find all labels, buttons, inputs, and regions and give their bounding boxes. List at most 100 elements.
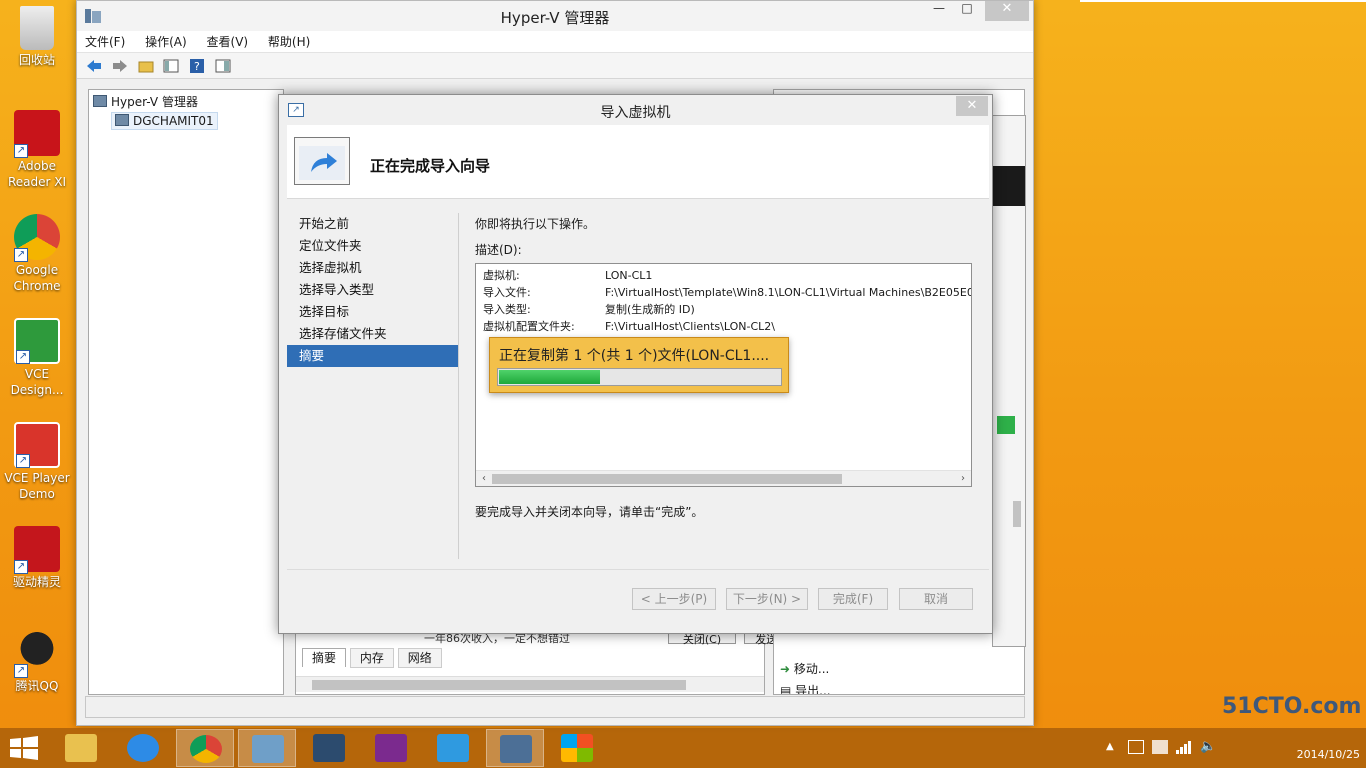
svg-text:?: ? <box>194 60 200 73</box>
title-bar: Hyper-V 管理器 — □ ✕ <box>77 1 1033 31</box>
step-choose-destination[interactable]: 选择目标 <box>287 301 459 323</box>
notification-edge <box>1080 0 1366 2</box>
desktop-icon-label: 回收站 <box>18 53 55 67</box>
tree-server-node[interactable]: DGCHAMIT01 <box>111 112 218 130</box>
step-import-type[interactable]: 选择导入类型 <box>287 279 459 301</box>
taskbar-vm-connection[interactable] <box>486 729 544 767</box>
tree-server-label: DGCHAMIT01 <box>133 114 214 128</box>
show-hidden-icons[interactable]: ▲ <box>1106 741 1114 752</box>
background-window-scrollbar[interactable] <box>1013 501 1021 527</box>
step-summary[interactable]: 摘要 <box>287 345 459 367</box>
menu-action[interactable]: 操作(A) <box>145 31 187 53</box>
finish-button[interactable]: 完成(F) <box>818 588 888 610</box>
vce-designer-icon: ↗ <box>14 318 60 364</box>
chrome-icon: ↗ <box>14 214 60 262</box>
remote-desktop-icon <box>313 734 345 762</box>
tab-network[interactable]: 网络 <box>397 648 442 668</box>
detail-row: 导入类型: 复制(生成新的 ID) <box>483 303 695 316</box>
network-icon[interactable] <box>1176 740 1192 757</box>
scroll-left-icon[interactable]: ‹ <box>477 471 491 486</box>
menu-file[interactable]: 文件(F) <box>85 31 125 53</box>
hyperv-manager-icon <box>93 95 107 107</box>
desktop-icon-adobe-reader[interactable]: ↗ Adobe Reader XI <box>4 110 70 190</box>
hyperv-manager-icon <box>252 735 284 763</box>
steps-divider <box>458 213 459 559</box>
step-locate-folder[interactable]: 定位文件夹 <box>287 235 459 257</box>
show-hide-action-pane-icon[interactable] <box>214 57 232 75</box>
desktop-icon-driver-genius[interactable]: ↗ 驱动精灵 <box>4 526 70 590</box>
desktop-icon-label: Adobe Reader XI <box>7 159 67 189</box>
taskbar-file-explorer[interactable] <box>52 729 110 767</box>
import-vm-dialog: ↗ 导入虚拟机 ✕ 正在完成导入向导 开始之前 定位文件夹 选择虚拟机 选择导入… <box>278 94 993 634</box>
details-hscrollbar[interactable] <box>296 676 764 692</box>
taskbar-office[interactable] <box>548 729 606 767</box>
volume-icon[interactable]: 🔈 <box>1200 739 1216 754</box>
navigation-tree: Hyper-V 管理器 DGCHAMIT01 <box>88 89 284 695</box>
previous-button[interactable]: < 上一步(P) <box>632 588 716 610</box>
app-g-icon <box>437 734 469 762</box>
wizard-heading: 正在完成导入向导 <box>370 157 491 175</box>
security-flag-icon[interactable] <box>1152 740 1168 754</box>
desktop-icon-vce-designer[interactable]: ↗ VCE Design... <box>4 318 70 398</box>
scroll-thumb[interactable] <box>492 474 842 484</box>
close-button[interactable]: ✕ <box>985 1 1029 21</box>
background-window-banner <box>993 166 1025 206</box>
cancel-button[interactable]: 取消 <box>899 588 973 610</box>
show-hide-tree-icon[interactable] <box>162 57 180 75</box>
scroll-thumb[interactable] <box>312 680 686 690</box>
desktop-icon-qq[interactable]: ↗ 腾讯QQ <box>4 630 70 694</box>
taskbar-hyperv-manager[interactable] <box>238 729 296 767</box>
menu-bar: 文件(F) 操作(A) 查看(V) 帮助(H) <box>77 31 1033 53</box>
details-pane: 一年86次收入，一定不想错过 关闭(C) 发送(S) 摘要 内存 网络 <box>295 629 804 695</box>
description-hscrollbar[interactable]: ‹ › <box>476 470 971 486</box>
action-center-icon[interactable] <box>1128 740 1144 754</box>
wizard-arrow-icon <box>294 137 350 185</box>
tab-memory[interactable]: 内存 <box>349 648 394 668</box>
action-export-label: 导出... <box>795 684 831 694</box>
wizard-steps: 开始之前 定位文件夹 选择虚拟机 选择导入类型 选择目标 选择存储文件夹 摘要 <box>287 213 459 367</box>
adobe-reader-icon: ↗ <box>14 110 60 158</box>
menu-help[interactable]: 帮助(H) <box>268 31 310 53</box>
desktop-icon-chrome[interactable]: ↗ Google Chrome <box>4 214 70 294</box>
tray-date[interactable]: 2014/10/25 <box>1297 748 1360 761</box>
action-move[interactable]: ➜ 移动... <box>780 660 829 677</box>
minimize-button[interactable]: — <box>925 1 953 21</box>
taskbar-onenote[interactable] <box>362 729 420 767</box>
tree-root[interactable]: Hyper-V 管理器 <box>93 93 198 110</box>
qq-penguin-icon: ↗ <box>14 630 60 678</box>
menu-view[interactable]: 查看(V) <box>207 31 249 53</box>
start-windows-icon[interactable] <box>10 736 38 763</box>
copy-progress-popup: 正在复制第 1 个(共 1 个)文件(LON-CL1.... <box>489 337 789 393</box>
step-storage-folders[interactable]: 选择存储文件夹 <box>287 323 459 345</box>
desktop-icon-label: Google Chrome <box>13 263 61 293</box>
forward-arrow-icon[interactable] <box>111 57 129 75</box>
background-window-check-icon <box>997 416 1015 434</box>
detail-row: 导入文件: F:\VirtualHost\Template\Win8.1\LON-… <box>483 286 971 299</box>
step-select-vm[interactable]: 选择虚拟机 <box>287 257 459 279</box>
tree-root-label: Hyper-V 管理器 <box>111 95 198 109</box>
dialog-title: 导入虚拟机 <box>600 105 671 121</box>
dialog-close-button[interactable]: ✕ <box>956 96 988 116</box>
taskbar-remote-desktop[interactable] <box>300 729 358 767</box>
taskbar-app-g[interactable] <box>424 729 482 767</box>
maximize-button[interactable]: □ <box>953 1 981 21</box>
progress-bar <box>497 368 782 386</box>
description-label: 描述(D): <box>475 243 522 257</box>
onenote-icon <box>375 734 407 762</box>
action-move-label: 移动... <box>793 662 830 676</box>
footer-divider <box>287 569 989 570</box>
tab-summary[interactable]: 摘要 <box>302 648 347 667</box>
taskbar-baidu-disk[interactable] <box>114 729 172 767</box>
folder-up-icon[interactable] <box>137 57 155 75</box>
toolbar: ? <box>77 53 1033 79</box>
back-arrow-icon[interactable] <box>85 57 103 75</box>
scroll-right-icon[interactable]: › <box>956 471 970 486</box>
help-icon[interactable]: ? <box>188 57 206 75</box>
progress-text: 正在复制第 1 个(共 1 个)文件(LON-CL1.... <box>499 348 770 364</box>
taskbar-chrome[interactable] <box>176 729 234 767</box>
desktop-icon-vce-player[interactable]: ↗ VCE Player Demo <box>4 422 70 502</box>
desktop-icon-recycle-bin[interactable]: 回收站 <box>4 6 70 68</box>
next-button[interactable]: 下一步(N) > <box>726 588 808 610</box>
step-before-you-begin[interactable]: 开始之前 <box>287 213 459 235</box>
action-export[interactable]: ▤ 导出... <box>780 682 831 694</box>
